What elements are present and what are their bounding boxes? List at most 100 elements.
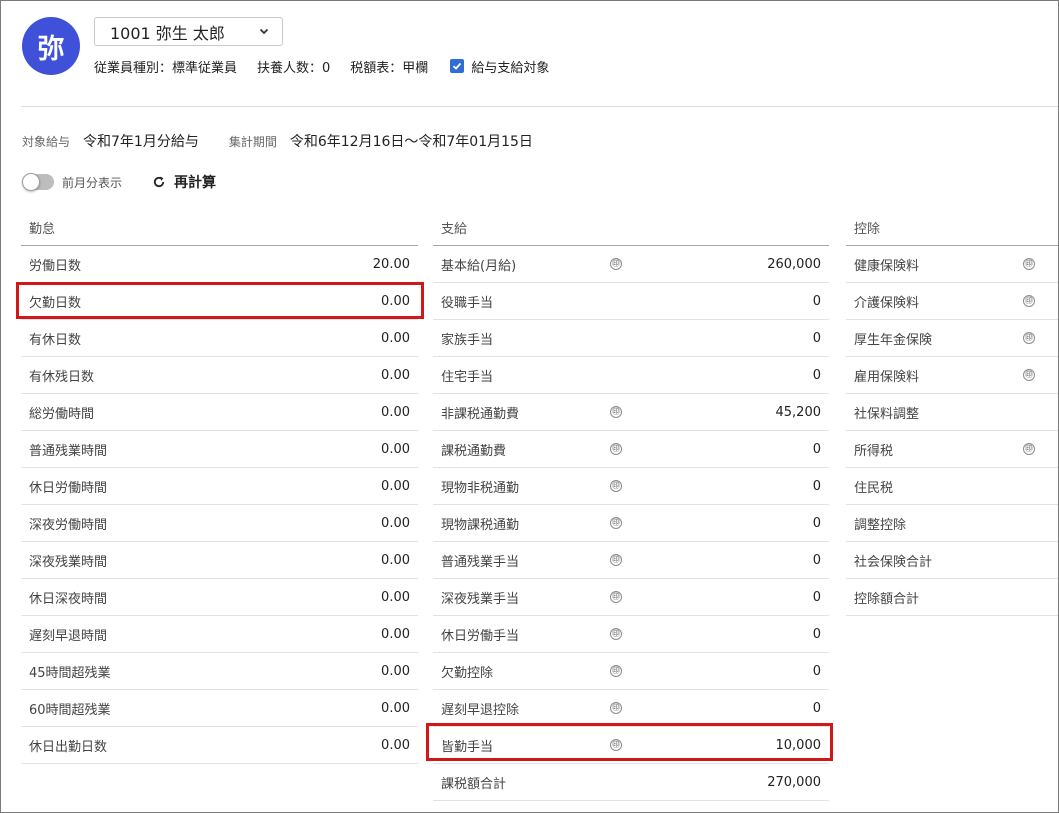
calc-method-icon: ㊞ bbox=[610, 517, 622, 529]
recalculate-button[interactable]: 再計算 bbox=[152, 172, 216, 192]
tax-table: 税額表：甲欄 bbox=[350, 60, 429, 76]
employee-meta: 従業員種別：標準従業員 扶養人数：0 税額表：甲欄 給与支給対象 bbox=[94, 57, 549, 76]
payment-row-value: 0 bbox=[812, 515, 821, 531]
payment-row[interactable]: 非課税通勤費 ㊞ 45,200 bbox=[433, 394, 829, 431]
period-info: 対象給与 令和7年1月分給与 集計期間 令和6年12月16日〜令和7年01月15… bbox=[22, 132, 563, 150]
deduction-row-label: 所得税 bbox=[854, 443, 894, 459]
deduction-row-label: 雇用保険料 bbox=[854, 369, 920, 385]
attendance-row-value: 0.00 bbox=[381, 367, 410, 383]
employee-selector-value: 1001 弥生 太郎 bbox=[110, 23, 225, 43]
attendance-row[interactable]: 45時間超残業 0.00 bbox=[21, 653, 418, 690]
payment-row[interactable]: 皆勤手当 ㊞ 10,000 bbox=[433, 727, 829, 764]
payment-row[interactable]: 住宅手当 0 bbox=[433, 357, 829, 394]
attendance-row-value: 0.00 bbox=[381, 552, 410, 568]
payment-row[interactable]: 遅刻早退控除 ㊞ 0 bbox=[433, 690, 829, 727]
payment-column: 支給 基本給(月給) ㊞ 260,000 役職手当 0 家族手当 0 住宅手当 0 非課税通勤費㊞… bbox=[433, 210, 829, 801]
attendance-row[interactable]: 60時間超残業 0.00 bbox=[21, 690, 418, 727]
payment-row[interactable]: 欠勤控除 ㊞ 0 bbox=[433, 653, 829, 690]
deduction-header: 控除 bbox=[846, 210, 1058, 246]
payment-row[interactable]: 現物非税通勤 ㊞ 0 bbox=[433, 468, 829, 505]
payment-row-value: 10,000 bbox=[775, 737, 822, 753]
payment-row-label: 課税額合計 bbox=[441, 776, 507, 792]
calc-method-icon: ㊞ bbox=[1023, 258, 1035, 270]
attendance-row-value: 0.00 bbox=[381, 626, 410, 642]
payment-row[interactable]: 深夜残業手当 ㊞ 0 bbox=[433, 579, 829, 616]
attendance-row[interactable]: 有休日数 0.00 bbox=[21, 320, 418, 357]
prev-month-label: 前月分表示 bbox=[62, 175, 123, 190]
payment-row-value: 0 bbox=[812, 626, 821, 642]
payment-row-value: 45,200 bbox=[775, 404, 822, 420]
deduction-row[interactable]: 控除額合計 bbox=[846, 579, 1058, 616]
deduction-row[interactable]: 雇用保険料 ㊞ bbox=[846, 357, 1058, 394]
attendance-row[interactable]: 総労働時間 0.00 bbox=[21, 394, 418, 431]
payment-row-value: 0 bbox=[812, 293, 821, 309]
deduction-row[interactable]: 厚生年金保険 ㊞ bbox=[846, 320, 1058, 357]
payment-row-value: 0 bbox=[812, 700, 821, 716]
deduction-row[interactable]: 調整控除 bbox=[846, 505, 1058, 542]
deduction-row[interactable]: 所得税 ㊞ bbox=[846, 431, 1058, 468]
payment-row[interactable]: 普通残業手当 ㊞ 0 bbox=[433, 542, 829, 579]
payment-row-value: 0 bbox=[812, 441, 821, 457]
attendance-row-label: 総労働時間 bbox=[29, 406, 95, 422]
attendance-row-label: 深夜労働時間 bbox=[29, 517, 108, 533]
dependents-count: 扶養人数：0 bbox=[257, 60, 331, 76]
deduction-row[interactable]: 健康保険料 ㊞ bbox=[846, 246, 1058, 283]
prev-month-toggle[interactable] bbox=[22, 173, 54, 191]
payment-row[interactable]: 基本給(月給) ㊞ 260,000 bbox=[433, 246, 829, 283]
attendance-row[interactable]: 休日深夜時間 0.00 bbox=[21, 579, 418, 616]
payment-row-label: 課税通勤費 bbox=[441, 443, 507, 459]
payment-row-value: 0 bbox=[812, 330, 821, 346]
deduction-row[interactable]: 介護保険料 ㊞ bbox=[846, 283, 1058, 320]
payment-row-value: 270,000 bbox=[767, 774, 821, 790]
attendance-row[interactable]: 深夜労働時間 0.00 bbox=[21, 505, 418, 542]
aggregation-period-label: 集計期間 bbox=[228, 134, 277, 149]
payment-row[interactable]: 現物課税通勤 ㊞ 0 bbox=[433, 505, 829, 542]
aggregation-period-value: 令和6年12月16日〜令和7年01月15日 bbox=[289, 134, 533, 150]
attendance-row-label: 有休残日数 bbox=[29, 369, 95, 385]
attendance-row[interactable]: 休日労働時間 0.00 bbox=[21, 468, 418, 505]
attendance-row-label: 深夜残業時間 bbox=[29, 554, 108, 570]
deduction-row[interactable]: 住民税 bbox=[846, 468, 1058, 505]
attendance-row[interactable]: 休日出勤日数 0.00 bbox=[21, 727, 418, 764]
payment-row-value: 0 bbox=[812, 663, 821, 679]
payroll-target-checkbox[interactable] bbox=[450, 59, 465, 73]
calc-method-icon: ㊞ bbox=[1023, 295, 1035, 307]
deduction-row-label: 社保料調整 bbox=[854, 406, 920, 422]
employee-avatar: 弥 bbox=[22, 17, 80, 75]
attendance-row[interactable]: 遅刻早退時間 0.00 bbox=[21, 616, 418, 653]
calc-method-icon: ㊞ bbox=[610, 258, 622, 270]
attendance-row[interactable]: 欠勤日数 0.00 bbox=[21, 283, 418, 320]
deduction-row-label: 住民税 bbox=[854, 480, 894, 496]
payment-row[interactable]: 課税通勤費 ㊞ 0 bbox=[433, 431, 829, 468]
deduction-row-label: 健康保険料 bbox=[854, 258, 920, 274]
deduction-row[interactable]: 社保料調整 bbox=[846, 394, 1058, 431]
payment-row-label: 基本給(月給) bbox=[441, 258, 517, 274]
attendance-row[interactable]: 普通残業時間 0.00 bbox=[21, 431, 418, 468]
controls-row: 前月分表示 再計算 bbox=[22, 172, 216, 192]
payroll-entry-panel: 弥 1001 弥生 太郎 従業員種別：標準従業員 扶養人数：0 税額表：甲欄 給… bbox=[0, 0, 1059, 813]
employee-selector[interactable]: 1001 弥生 太郎 bbox=[94, 17, 283, 46]
payment-row-label: 非課税通勤費 bbox=[441, 406, 520, 422]
payment-row-label: 遅刻早退控除 bbox=[441, 702, 520, 718]
deduction-row[interactable]: 社会保険合計 bbox=[846, 542, 1058, 579]
attendance-row-value: 0.00 bbox=[381, 589, 410, 605]
payment-row[interactable]: 課税額合計 270,000 bbox=[433, 764, 829, 801]
payment-header: 支給 bbox=[433, 210, 829, 246]
attendance-row-value: 0.00 bbox=[381, 330, 410, 346]
attendance-header: 勤怠 bbox=[21, 210, 418, 246]
attendance-row-label: 45時間超残業 bbox=[29, 665, 111, 681]
attendance-row-value: 0.00 bbox=[381, 700, 410, 716]
payment-row-label: 家族手当 bbox=[441, 332, 494, 348]
deduction-column: 控除 健康保険料㊞介護保険料㊞厚生年金保険㊞雇用保険料㊞社保料調整 所得税㊞住民税… bbox=[846, 210, 1058, 616]
attendance-row[interactable]: 労働日数 20.00 bbox=[21, 246, 418, 283]
attendance-row[interactable]: 有休残日数 0.00 bbox=[21, 357, 418, 394]
payment-row-value: 0 bbox=[812, 589, 821, 605]
attendance-row-value: 0.00 bbox=[381, 404, 410, 420]
payment-row[interactable]: 役職手当 0 bbox=[433, 283, 829, 320]
payment-row[interactable]: 家族手当 0 bbox=[433, 320, 829, 357]
payment-row-label: 休日労働手当 bbox=[441, 628, 520, 644]
attendance-row-label: 休日深夜時間 bbox=[29, 591, 108, 607]
target-pay-value: 令和7年1月分給与 bbox=[83, 134, 199, 150]
attendance-row[interactable]: 深夜残業時間 0.00 bbox=[21, 542, 418, 579]
payment-row[interactable]: 休日労働手当 ㊞ 0 bbox=[433, 616, 829, 653]
